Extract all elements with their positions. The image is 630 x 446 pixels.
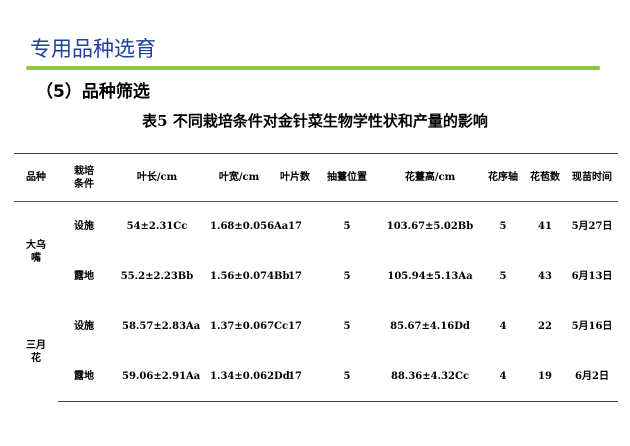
data-table: 品种 栽培条件 叶长/cm 叶宽/cm 叶片数 抽薹位置 花薹高/cm 花序轴 …	[14, 153, 618, 402]
col-header: 现苗时间	[566, 153, 618, 202]
table-cell: 1.34±0.062Dd	[204, 351, 290, 402]
table-cell: 1.37±0.067Cc	[210, 321, 289, 332]
col-header: 花苞数	[524, 153, 566, 202]
table-row: 露地 59.06±2.91Aa 1.34±0.062Dd 17 5 88.36±…	[14, 351, 618, 402]
table-row: 大乌嘴 设施 54±2.31Cc 1.68±0.056Aa 17 5 103.6…	[14, 202, 618, 264]
table-cell: 41	[538, 221, 552, 233]
table-cell: 5	[499, 271, 507, 282]
table-cell: 4	[482, 351, 524, 402]
col-header: 叶长/cm	[110, 153, 204, 202]
table-cell: 5	[343, 221, 351, 233]
table-cell: 55.2±2.23Bb	[120, 271, 194, 282]
table-cell: 5	[343, 321, 351, 332]
table-cell: 43	[538, 271, 552, 282]
table-cell: 58.57±2.83Aa	[122, 321, 201, 332]
table-cell: 5	[343, 271, 351, 282]
table-cell: 4	[499, 321, 507, 332]
col-header: 花序轴	[482, 153, 524, 202]
table-cell: 设施	[74, 321, 94, 332]
variety-cell: 大乌嘴	[26, 239, 46, 264]
table-cell: 105.94±5.13Aa	[387, 271, 473, 282]
table-cell: 19	[524, 351, 566, 402]
page-title: 专用品种选育	[30, 37, 156, 61]
table-cell: 露地	[74, 271, 94, 282]
table-cell: 88.36±4.32Cc	[378, 351, 482, 402]
col-header: 栽培条件	[58, 153, 110, 202]
table-cell: 5月27日	[571, 221, 613, 233]
title-underline	[26, 66, 600, 70]
table-cell: 露地	[58, 351, 110, 402]
table-cell: 85.67±4.16Dd	[390, 321, 470, 332]
subsection-heading: （5）品种筛选	[36, 82, 150, 102]
table-cell: 1.68±0.056Aa	[210, 221, 289, 233]
table-cell: 54±2.31Cc	[126, 221, 188, 233]
table-cell: 5月16日	[571, 321, 613, 332]
table-row: 三月花 设施 58.57±2.83Aa 1.37±0.067Cc 17 5 85…	[14, 302, 618, 364]
table-cell: 22	[538, 321, 552, 332]
table-cell: 59.06±2.91Aa	[110, 351, 204, 402]
col-header: 叶宽/cm	[204, 153, 274, 202]
col-header: 叶片数	[274, 153, 316, 202]
table-cell: 设施	[74, 221, 94, 233]
table-cell: 1.56±0.074Bb	[210, 271, 290, 282]
col-header: 抽薹位置	[316, 153, 378, 202]
table-cell: 103.67±5.02Bb	[386, 221, 474, 233]
table-row: 露地 55.2±2.23Bb 1.56±0.074Bb 17 5 105.94±…	[14, 252, 618, 302]
table-cell: 6月13日	[571, 271, 613, 282]
table-header-row: 品种 栽培条件 叶长/cm 叶宽/cm 叶片数 抽薹位置 花薹高/cm 花序轴 …	[14, 153, 618, 202]
col-header: 品种	[14, 153, 58, 202]
table-cell: 5	[499, 221, 507, 233]
variety-cell: 三月花	[26, 339, 46, 364]
col-header: 花薹高/cm	[378, 153, 482, 202]
table-cell: 6月2日	[566, 351, 618, 402]
table-caption: 表5 不同栽培条件对金针菜生物学性状和产量的影响	[142, 112, 488, 130]
table-cell: 5	[316, 351, 378, 402]
